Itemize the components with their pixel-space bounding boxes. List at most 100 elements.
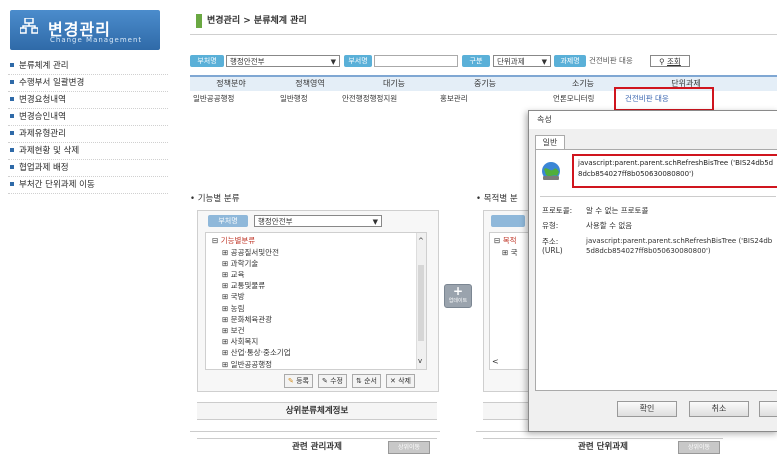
register-button[interactable]: ✎ 등록 bbox=[284, 374, 313, 388]
ministry-select-value: 행정안전부 bbox=[230, 57, 265, 66]
col-major-function: 대기능 bbox=[382, 79, 406, 88]
move-button-label: 업데이트 bbox=[448, 298, 468, 304]
col-policy-field: 정책분야 bbox=[216, 79, 246, 88]
tree-node[interactable]: ⊞ 사회복지 bbox=[222, 336, 291, 347]
cell-policy-area: 일반행정 bbox=[280, 94, 308, 103]
cell-mid-function: 홍보관리 bbox=[440, 94, 468, 103]
sidebar-item-task-types[interactable]: 과제유형관리 bbox=[8, 126, 168, 143]
sidebar-item-task-transfer[interactable]: 부처간 단위과제 이동 bbox=[8, 177, 168, 194]
scroll-up-icon[interactable]: ^ bbox=[418, 237, 424, 245]
delete-icon: ✕ bbox=[390, 377, 396, 385]
chevron-down-icon: ▼ bbox=[330, 58, 336, 66]
edit-button[interactable]: ✎ 수정 bbox=[318, 374, 347, 388]
related-mgmt-task-button[interactable]: 상위이동 bbox=[388, 441, 430, 454]
sidebar-item-label: 변경승인내역 bbox=[19, 112, 66, 122]
task-name-value: 건전비판 대응 bbox=[589, 56, 633, 65]
tree-node-label: 문화체육관광 bbox=[230, 314, 273, 324]
type-tag: 구분 bbox=[462, 55, 490, 67]
sidebar-item-task-status[interactable]: 과제현황 및 삭제 bbox=[8, 143, 168, 160]
sidebar-item-label: 부처간 단위과제 이동 bbox=[19, 180, 95, 190]
tree-node[interactable]: ⊞ 국방 bbox=[222, 291, 291, 302]
address-url-label: (URL) bbox=[542, 246, 563, 255]
func-ministry-select[interactable]: 행정안전부 ▼ bbox=[254, 215, 382, 227]
tree-root[interactable]: ⊟ 기능별분류 bbox=[212, 235, 255, 247]
related-unit-task-label: 관련 단위과제 bbox=[578, 442, 628, 452]
search-button[interactable]: ⚲ 조회 bbox=[650, 55, 690, 67]
register-icon: ✎ bbox=[288, 377, 294, 385]
bullet-icon bbox=[10, 182, 14, 186]
ok-button[interactable]: 확인 bbox=[617, 401, 677, 417]
bullet-icon bbox=[10, 63, 14, 67]
logo: 변경관리 Change Management bbox=[10, 10, 160, 50]
logo-subtitle: Change Management bbox=[50, 36, 143, 44]
sidebar-item-collab-assign[interactable]: 협업과제 배정 bbox=[8, 160, 168, 177]
collapse-icon: ⊟ bbox=[212, 236, 219, 245]
move-button[interactable]: + 업데이트 bbox=[444, 284, 472, 308]
dept-input[interactable] bbox=[374, 55, 458, 67]
purpose-ministry-tag bbox=[491, 215, 525, 227]
tree-node[interactable]: ⊞ 문화체육관광 bbox=[222, 314, 291, 325]
tree-node[interactable]: ⊞ 보건 bbox=[222, 325, 291, 336]
func-ministry-value: 행정안전부 bbox=[258, 217, 293, 226]
related-unit-task-button[interactable]: 상위이동 bbox=[678, 441, 720, 454]
task-tag: 과제명 bbox=[554, 55, 586, 67]
scroll-left-icon[interactable]: < bbox=[492, 357, 499, 366]
cancel-button[interactable]: 취소 bbox=[689, 401, 749, 417]
divider bbox=[540, 196, 776, 197]
apply-button[interactable] bbox=[759, 401, 777, 417]
tree-node[interactable]: ⊞ 농림 bbox=[222, 303, 291, 314]
func-tree[interactable]: ⊟ 기능별분류 ⊞ 공공질서및안전 ⊞ 과학기술 ⊞ 교육 ⊞ 교통및물류 ⊞ … bbox=[205, 232, 427, 370]
bullet-icon bbox=[10, 97, 14, 101]
dept-tag: 부서명 bbox=[344, 55, 372, 67]
dialog-title: 속성 bbox=[529, 111, 777, 129]
plus-icon: + bbox=[452, 284, 464, 298]
purpose-tree-node[interactable]: ⊞ 국 bbox=[502, 247, 518, 258]
tree-root-label: 기능별분류 bbox=[220, 236, 256, 245]
tree-node[interactable]: ⊞ 교통및물류 bbox=[222, 280, 291, 291]
tree-node[interactable]: ⊞ 산업·통상·중소기업 bbox=[222, 347, 291, 358]
order-button[interactable]: ⇅ 순서 bbox=[352, 374, 381, 388]
cell-sub-function: 언론모니터링 bbox=[553, 94, 595, 103]
purpose-tree-root-label: 목적 bbox=[502, 236, 517, 245]
tree-node[interactable]: ⊞ 일반공공행정 bbox=[222, 359, 291, 370]
delete-button[interactable]: ✕ 삭제 bbox=[386, 374, 415, 388]
purpose-section-title: • 목적별 분 bbox=[476, 194, 518, 204]
related-mgmt-task-label: 관련 관리과제 bbox=[292, 442, 342, 452]
tree-scrollbar[interactable]: ^ v bbox=[416, 233, 426, 369]
order-label: 순서 bbox=[364, 377, 377, 385]
purpose-tree-root[interactable]: ⊟ 목적 bbox=[494, 235, 517, 247]
sidebar-item-label: 분류체계 관리 bbox=[19, 61, 69, 71]
type-select[interactable]: 단위과제 ▼ bbox=[493, 55, 551, 67]
address-value: javascript:parent.parent.schRefreshBisTr… bbox=[586, 237, 773, 255]
tree-node[interactable]: ⊞ 공공질서및안전 bbox=[222, 247, 291, 258]
ministry-select[interactable]: 행정안전부 ▼ bbox=[226, 55, 340, 67]
sidebar-item-category-management[interactable]: 분류체계 관리 bbox=[8, 58, 168, 75]
tree-node-label: 국방 bbox=[230, 292, 245, 302]
breadcrumb-marker bbox=[196, 14, 202, 28]
sidebar-item-change-approvals[interactable]: 변경승인내역 bbox=[8, 109, 168, 126]
header-divider bbox=[190, 34, 777, 35]
tab-general[interactable]: 일반 bbox=[535, 135, 565, 150]
cell-policy-field: 일반공공행정 bbox=[193, 94, 235, 103]
protocol-value: 알 수 없는 프로토콜 bbox=[586, 206, 649, 215]
sidebar-item-change-requests[interactable]: 변경요청내역 bbox=[8, 92, 168, 109]
sidebar-item-label: 과제현황 및 삭제 bbox=[19, 146, 80, 156]
scroll-down-icon[interactable]: v bbox=[418, 357, 422, 365]
tree-node[interactable]: ⊞ 교육 bbox=[222, 269, 291, 280]
tree-node-label: 교통및물류 bbox=[230, 281, 266, 291]
bullet-icon bbox=[10, 80, 14, 84]
tree-node[interactable]: ⊞ 과학기술 bbox=[222, 258, 291, 269]
upper-category-info-bar: 상위분류체계정보 bbox=[197, 402, 437, 420]
sidebar-item-dept-bulk-change[interactable]: 수행부서 일괄변경 bbox=[8, 75, 168, 92]
highlight-box bbox=[614, 87, 714, 111]
register-label: 등록 bbox=[296, 377, 309, 385]
scroll-thumb[interactable] bbox=[418, 265, 424, 341]
edit-icon: ✎ bbox=[322, 377, 328, 385]
globe-icon bbox=[542, 162, 560, 180]
bullet-icon bbox=[10, 131, 14, 135]
collapse-icon: ⊟ bbox=[494, 236, 501, 245]
tree-node-label: 농림 bbox=[230, 303, 245, 313]
sidebar-item-label: 수행부서 일괄변경 bbox=[19, 78, 85, 88]
dialog-panel: javascript:parent.parent.schRefreshBisTr… bbox=[535, 149, 777, 391]
search-icon: ⚲ bbox=[659, 57, 665, 66]
